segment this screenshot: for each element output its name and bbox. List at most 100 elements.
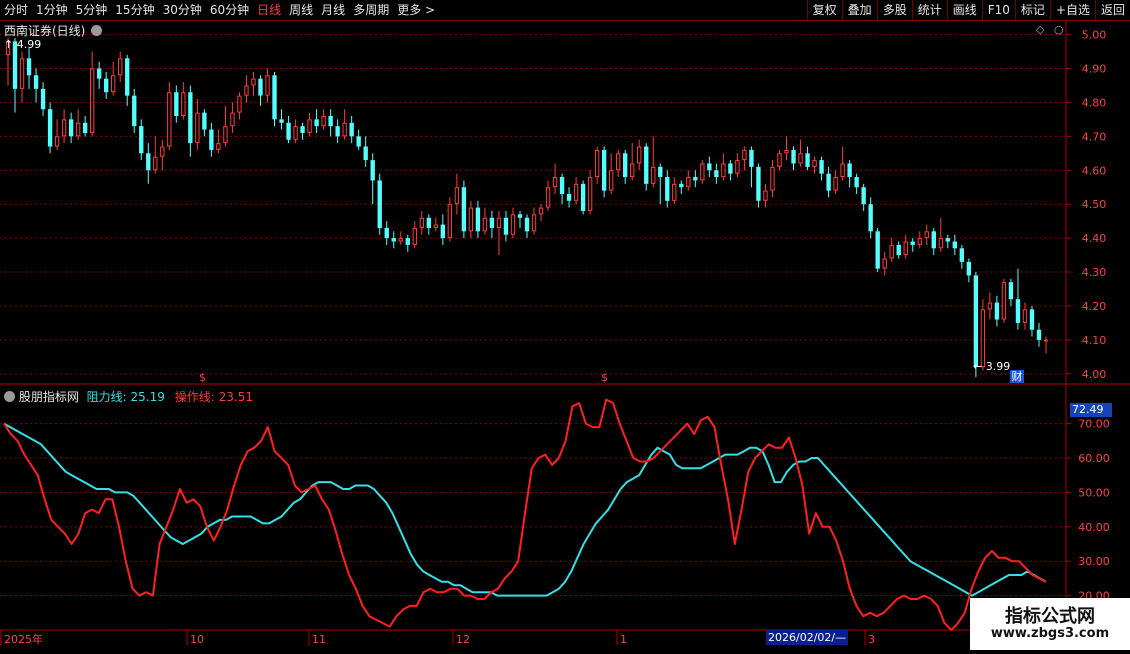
period-tab[interactable]: 月线: [317, 0, 349, 20]
candle-body: [784, 149, 789, 154]
candle-body: [798, 153, 803, 164]
period-tab[interactable]: 日线: [253, 0, 285, 20]
candle-body: [216, 143, 221, 150]
candle-body: [791, 149, 796, 164]
stock-title: 西南证券(日线): [4, 24, 86, 38]
candle-body: [1043, 339, 1049, 342]
candle-body: [335, 126, 340, 137]
indicator-tick-label: 50.00: [1078, 486, 1110, 499]
time-tick-label: 10: [190, 633, 204, 646]
toolbar-action-button[interactable]: 统计: [911, 0, 947, 20]
period-tab[interactable]: 5分钟: [72, 0, 112, 20]
candle-body: [54, 136, 60, 147]
price-tick-label: 4.00: [1082, 368, 1107, 381]
financial-report-marker[interactable]: 财: [1010, 370, 1024, 383]
candle-body: [644, 146, 649, 184]
candle-body: [693, 177, 698, 181]
period-tab[interactable]: 60分钟: [206, 0, 253, 20]
period-tab[interactable]: 15分钟: [111, 0, 158, 20]
operation-line-label: 操作线:: [174, 390, 215, 404]
watermark-url: www.zbgs3.com: [990, 626, 1110, 641]
period-tab[interactable]: 分时: [0, 0, 32, 20]
period-tab[interactable]: 更多 >: [393, 0, 439, 20]
toolbar-action-button[interactable]: 返回: [1094, 0, 1130, 20]
toolbar-action-button[interactable]: 叠加: [841, 0, 877, 20]
candle-body: [139, 126, 144, 154]
chart-area[interactable]: 4.00 4.10 4.20 4.30 4.40 4.50 4.60 4.70 4.80 4.90…: [0, 21, 1130, 654]
candle-body: [75, 122, 81, 137]
settings-circle-icon[interactable]: ○: [1054, 23, 1064, 36]
candle-body: [258, 78, 263, 96]
candle-body: [594, 149, 600, 178]
main-chart-title: 西南证券(日线): [4, 22, 103, 39]
current-value-tag: 72.49: [1070, 403, 1112, 417]
indicator-tick-label: 70.00: [1078, 418, 1110, 431]
candle-body: [160, 146, 165, 157]
candle-body: [601, 149, 607, 191]
indicator-name: 股朋指标网: [18, 390, 79, 404]
candle-body: [903, 241, 908, 256]
candle-body: [959, 248, 965, 262]
period-tab[interactable]: 周线: [285, 0, 317, 20]
candle-body: [756, 166, 761, 201]
candle-body: [1036, 329, 1042, 340]
toolbar-action-button[interactable]: 标记: [1014, 0, 1050, 20]
time-tick-label: 1: [620, 633, 627, 646]
high-price-marker: ↑ 4.99: [4, 38, 42, 51]
candle-body: [447, 204, 453, 239]
candle-body: [47, 109, 53, 147]
candle-body: [314, 119, 319, 127]
candle-body: [146, 153, 151, 171]
candle-body: [672, 183, 677, 201]
candle-body: [910, 241, 915, 245]
dividend-marker[interactable]: $: [199, 371, 206, 384]
candle-body: [40, 88, 46, 110]
candle-body: [153, 156, 158, 171]
dividend-marker[interactable]: $: [601, 371, 608, 384]
cursor-date-box: 2026/02/02/—: [766, 630, 848, 645]
candle-body: [265, 75, 270, 96]
period-tabs: 分时 1分钟 5分钟 15分钟 30分钟 60分钟 日线 周线 月线 多周期 更多 >: [0, 0, 439, 20]
candle-body: [461, 187, 467, 232]
candle-body: [980, 309, 986, 368]
candle-body: [1029, 309, 1035, 330]
price-tick-label: 4.20: [1082, 300, 1107, 313]
period-tab[interactable]: 1分钟: [32, 0, 72, 20]
candle-body: [630, 163, 635, 178]
candle-body: [637, 146, 642, 164]
period-tab[interactable]: 30分钟: [159, 0, 206, 20]
toolbar-action-button[interactable]: F10: [981, 0, 1015, 20]
candle-body: [945, 238, 950, 242]
time-tick-label: 3: [868, 633, 875, 646]
candle-body: [496, 217, 502, 228]
candle-body: [61, 119, 67, 137]
candle-body: [209, 129, 214, 150]
toolbar-action-button[interactable]: 复权: [806, 0, 842, 20]
diamond-icon[interactable]: ◇: [1036, 23, 1044, 36]
indicator-tick-label: 30.00: [1078, 555, 1110, 568]
candle-body: [398, 238, 403, 242]
candle-body: [19, 58, 25, 89]
candle-body: [230, 112, 235, 127]
candle-body: [293, 126, 298, 140]
candle-body: [777, 153, 782, 167]
candle-body: [763, 190, 768, 201]
period-tab[interactable]: 多周期: [349, 0, 393, 20]
candle-body: [132, 95, 137, 127]
toolbar-action-button[interactable]: 画线: [946, 0, 982, 20]
toolbar-action-button[interactable]: +自选: [1049, 0, 1095, 20]
candle-body: [426, 217, 431, 228]
candle-body: [468, 207, 474, 232]
candle-body: [321, 115, 326, 127]
candle-body: [405, 238, 410, 245]
operation-line-value: 23.51: [218, 390, 253, 404]
candle-body: [700, 163, 705, 181]
candle-body: [1008, 282, 1014, 300]
candle-body: [833, 177, 838, 191]
chevron-down-icon[interactable]: [91, 25, 103, 36]
candle-body: [587, 177, 593, 211]
toolbar-action-button[interactable]: 多股: [876, 0, 912, 20]
candle-body: [440, 224, 446, 239]
chevron-down-icon[interactable]: [4, 391, 15, 402]
candle-body: [377, 180, 382, 228]
